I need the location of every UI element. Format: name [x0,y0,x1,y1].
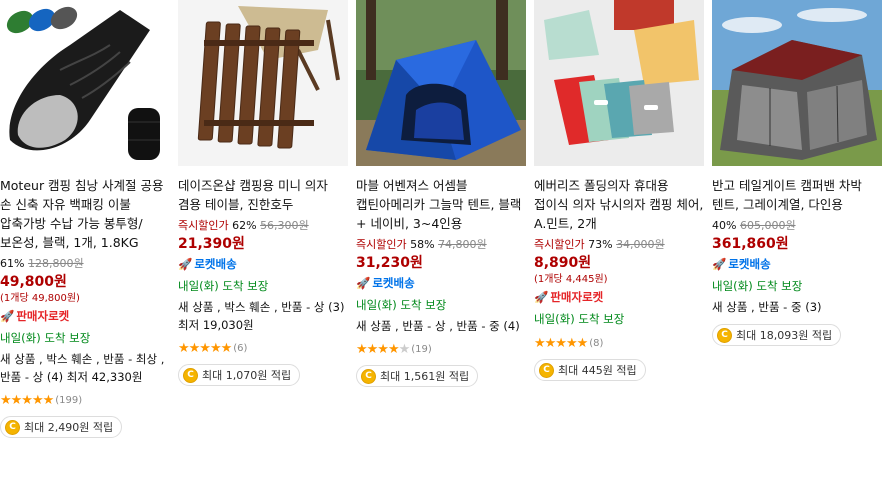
unit-price: (1개당 4,445원) [534,274,608,285]
original-price: 34,000원 [616,238,665,251]
instant-discount-label: 즉시할인가 [178,219,229,232]
instant-discount-label: 즉시할인가 [534,238,585,251]
product-image-car-tent[interactable] [712,0,882,166]
badge-label: 판매자로켓 [16,309,70,323]
review-count: (199) [55,394,83,406]
product-title[interactable]: 반고 테일게이트 캠퍼밴 차박 텐트, 그레이계열, 다인용 [712,176,882,214]
product-image-sleeping-bag[interactable] [0,0,170,166]
product-card[interactable]: 데이즈온샵 캠핑용 미니 의자 겸용 테이블, 진한호두 즉시할인가 62% 5… [178,0,348,386]
discount-rate: 40% [712,219,737,232]
rocket-delivery-badge: 🚀 로켓배송 [178,254,348,274]
reward-badge: C 최대 2,490원 적립 [0,416,123,438]
product-card[interactable]: 마블 어벤져스 어셈블 캡틴아메리카 그늘막 텐트, 블랙 + 네이비, 3~4… [356,0,526,387]
other-options[interactable]: 새 상품 , 박스 훼손 , 반품 - 최상 , 반품 - 상 (4) 최저 4… [0,350,170,386]
arrival-guarantee: 내일(화) 도착 보장 [712,279,803,293]
badge-label: 판매자로켓 [550,290,604,304]
original-price: 605,000원 [739,219,796,232]
reward-label: 최대 2,490원 적립 [24,421,114,434]
coin-icon: C [539,362,554,378]
star-rating-icon: ★★★★★ [178,340,232,356]
coin-icon: C [183,367,198,383]
rocket-icon: 🚀 [356,276,371,290]
product-card[interactable]: Moteur 캠핑 침낭 사계절 공용 손 신축 자유 백패킹 이불 압축가방 … [0,0,170,438]
discount-row: 즉시할인가 58% 74,800원 [356,237,526,253]
arrival-guarantee: 내일(화) 도착 보장 [0,331,91,345]
original-price: 74,800원 [438,238,487,251]
star-rating-icon: ★★★★★ [356,341,410,357]
rocket-delivery-badge: 🚀 로켓배송 [356,273,526,293]
reward-label: 최대 445원 적립 [558,364,637,377]
product-title[interactable]: Moteur 캠핑 침낭 사계절 공용 손 신축 자유 백패킹 이불 압축가방 … [0,176,170,252]
review-count: (8) [589,337,604,349]
rocket-icon: 🚀 [712,257,727,271]
other-options[interactable]: 새 상품 , 반품 - 중 (3) [712,298,882,316]
instant-discount-label: 즉시할인가 [356,238,407,251]
product-card[interactable]: 반고 테일게이트 캠퍼밴 차박 텐트, 그레이계열, 다인용 40% 605,0… [712,0,882,346]
product-image-folding-chairs[interactable] [534,0,704,166]
review-count: (6) [233,342,248,354]
sale-price: 31,230원 [356,255,423,271]
rocket-icon: 🚀 [178,257,193,271]
product-title[interactable]: 데이즈온샵 캠핑용 미니 의자 겸용 테이블, 진한호두 [178,176,348,214]
product-title[interactable]: 에버리즈 폴딩의자 휴대용 접이식 의자 낚시의자 캠핑 체어, A.민트, 2… [534,176,704,233]
rocket-icon: 🚀 [534,290,549,304]
reward-badge: C 최대 1,070원 적립 [178,364,301,386]
coin-icon: C [5,419,20,435]
review-count: (19) [411,343,432,355]
discount-rate: 62% [232,219,257,232]
discount-rate: 58% [410,238,435,251]
reward-badge: C 최대 18,093원 적립 [712,324,842,346]
rocket-delivery-badge: 🚀 로켓배송 [712,254,882,274]
seller-rocket-badge: 🚀 판매자로켓 [0,306,170,326]
badge-label: 로켓배송 [728,257,771,271]
other-options[interactable]: 새 상품 , 반품 - 상 , 반품 - 중 (4) [356,317,526,335]
rating: ★★★★★ (8) [534,335,704,351]
reward-label: 최대 1,561원 적립 [380,370,470,383]
arrival-guarantee: 내일(화) 도착 보장 [356,298,447,312]
badge-label: 로켓배송 [372,276,415,290]
sale-price: 361,860원 [712,236,789,252]
reward-label: 최대 18,093원 적립 [736,329,833,342]
rating: ★★★★★ (199) [0,392,170,408]
sale-price: 8,890원 [534,255,592,271]
original-price: 56,300원 [260,219,309,232]
reward-badge: C 최대 1,561원 적립 [356,365,479,387]
reward-badge: C 최대 445원 적립 [534,359,646,381]
sale-price: 49,800원 [0,274,67,290]
discount-rate: 73% [588,238,613,251]
rating: ★★★★★ (19) [356,341,526,357]
sale-price: 21,390원 [178,236,245,252]
arrival-guarantee: 내일(화) 도착 보장 [534,312,625,326]
star-rating-icon: ★★★★★ [534,335,588,351]
rocket-icon: 🚀 [0,309,15,323]
discount-row: 즉시할인가 73% 34,000원 [534,237,704,253]
product-image-wooden-stool[interactable] [178,0,348,166]
rating: ★★★★★ (6) [178,340,348,356]
unit-price: (1개당 49,800원) [0,293,80,304]
seller-rocket-badge: 🚀 판매자로켓 [534,287,704,307]
coin-icon: C [361,368,376,384]
reward-label: 최대 1,070원 적립 [202,369,292,382]
other-options[interactable]: 새 상품 , 박스 훼손 , 반품 - 상 (3) 최저 19,030원 [178,298,348,334]
arrival-guarantee: 내일(화) 도착 보장 [178,279,269,293]
discount-rate: 61% [0,257,25,270]
discount-row: 61% 128,800원 [0,256,170,272]
badge-label: 로켓배송 [194,257,237,271]
product-image-blue-tent[interactable] [356,0,526,166]
coin-icon: C [717,327,732,343]
original-price: 128,800원 [27,257,84,270]
discount-row: 40% 605,000원 [712,218,882,234]
discount-row: 즉시할인가 62% 56,300원 [178,218,348,234]
star-rating-icon: ★★★★★ [0,392,54,408]
product-card[interactable]: 에버리즈 폴딩의자 휴대용 접이식 의자 낚시의자 캠핑 체어, A.민트, 2… [534,0,704,381]
product-title[interactable]: 마블 어벤져스 어셈블 캡틴아메리카 그늘막 텐트, 블랙 + 네이비, 3~4… [356,176,526,233]
